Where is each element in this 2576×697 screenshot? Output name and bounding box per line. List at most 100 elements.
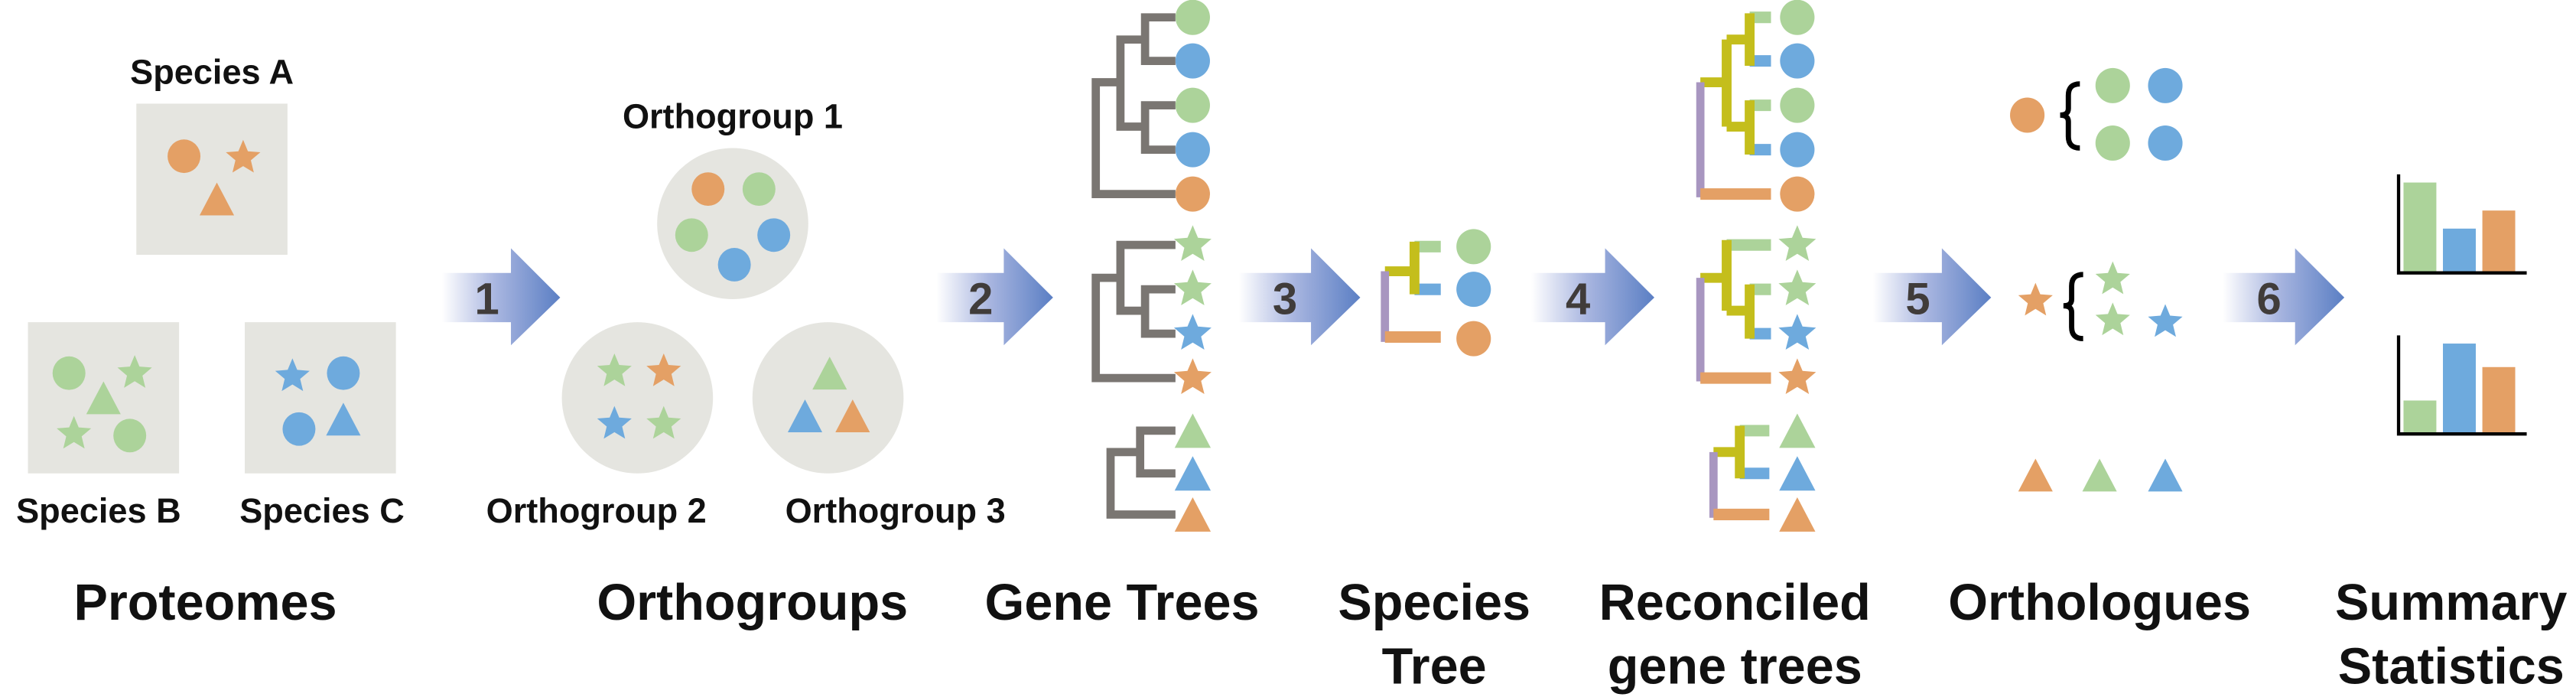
circle-gene-icon [2095,67,2130,103]
step-2-arrow: 2 [936,248,1053,346]
circle-gene-icon [675,218,708,252]
circle-gene-icon [742,172,776,207]
star-gene-icon [2148,304,2183,337]
triangle-gene-icon [1174,497,1212,532]
species-c-label: Species C [239,491,405,530]
gene-tree-2 [1091,240,1176,383]
circle-gene-icon [1780,176,1815,212]
step-5-arrow: 5 [1872,248,1992,346]
species-b-label: Species B [16,491,181,530]
orthogroups-section: Orthogroup 1 Orthogroup 2 Orthogroup 3 O… [486,97,1006,631]
gene-tree-1 [1091,13,1176,198]
species-tree-title-line1: Species [1338,575,1530,631]
gene-tree-3 [1106,426,1176,519]
star-gene-icon [1778,225,1817,262]
summary-bar-chart-2 [2396,335,2527,436]
arrow-icon [1530,248,1654,346]
reconciled-tree-1-duplication [1700,13,1755,155]
species-c-box [245,322,396,474]
step-number: 6 [2256,275,2281,324]
orthologues-title: Orthologues [1948,575,2251,631]
proteomes-title: Proteomes [73,575,337,631]
step-1-arrow: 1 [441,248,561,346]
bar [2443,228,2476,273]
circle-gene-icon [1175,176,1210,212]
summary-title-line2: Statistics [2338,639,2565,695]
star-gene-icon [2018,282,2053,316]
star-gene-icon [1778,269,1817,306]
species-tree-internal-branch [1384,241,1420,295]
bar [2443,344,2476,435]
step-4-arrow: 4 [1530,248,1654,346]
step-number: 3 [1273,275,1297,324]
orthofinder-workflow-diagram: Species A Species B Species C Proteomes … [16,0,2567,695]
circle-gene-icon [691,172,725,207]
circle-gene-icon [1175,132,1210,168]
summary-title-line1: Summary [2335,575,2567,631]
step-3-arrow: 3 [1238,248,1361,346]
star-gene-icon [1173,269,1212,306]
star-gene-icon [2095,302,2130,336]
triangle-gene-icon [2018,458,2053,492]
circle-gene-icon [2095,125,2130,161]
orthogroup-3-circle [752,322,904,474]
circle-gene-icon [282,412,316,446]
bar [2482,210,2516,273]
reconciled-title-line1: Reconciled [1599,575,1871,631]
circle-gene-icon [327,356,360,390]
circle-gene-icon [1175,43,1210,79]
species-a-box [136,103,288,256]
step-number: 5 [1905,275,1930,324]
triangle-gene-icon [1174,456,1212,491]
circle-gene-icon [757,218,791,252]
circle-gene-icon [113,419,147,453]
step-number: 2 [968,275,993,324]
reconciled-tree-2-duplication [1700,239,1755,339]
species-tree-section: Species Tree [1338,240,1530,695]
bar [2403,182,2437,273]
bar [2482,366,2516,435]
circle-gene-icon [2148,67,2183,103]
star-gene-icon [2095,261,2130,295]
triangle-gene-icon [1779,497,1816,532]
step-6-arrow: 6 [2223,248,2345,346]
orthogroup-2-label: Orthogroup 2 [486,491,707,530]
circle-gene-icon [1780,0,1815,35]
brace-icon [2063,272,2083,342]
star-gene-icon [1173,314,1212,350]
triangle-gene-icon [2148,458,2183,492]
summary-bar-chart-1 [2396,174,2527,275]
reconciled-title-line2: gene trees [1608,639,1862,695]
triangle-gene-icon [1779,456,1816,491]
orthogroup-1-label: Orthogroup 1 [623,97,843,136]
step-number: 1 [474,275,499,324]
triangle-gene-icon [2082,458,2117,492]
reconciled-trees-section: Reconciled gene trees [1599,11,1871,695]
arrow-icon [936,248,1053,346]
star-gene-icon [1173,358,1212,394]
circle-gene-icon [1175,87,1210,123]
orthologues-section: Orthologues [1948,81,2251,631]
brace-icon [2060,81,2080,151]
proteomes-section: Species A Species B Species C Proteomes [16,53,405,631]
circle-gene-icon [2148,125,2183,161]
reconciled-tree-2-tips-b [1726,239,1771,295]
orthogroup-2-circle [561,322,714,474]
species-tree-title-line2: Tree [1382,639,1487,695]
arrow-icon [1238,248,1361,346]
circle-gene-icon [1456,229,1491,265]
circle-gene-icon [1780,87,1815,123]
circle-gene-icon [1175,0,1210,35]
circle-gene-icon [1780,132,1815,168]
circle-gene-icon [2010,97,2045,133]
gene-trees-title: Gene Trees [985,575,1260,631]
summary-section: Summary Statistics [2335,174,2567,695]
arrow-icon [2223,248,2345,346]
orthogroups-title: Orthogroups [597,575,908,631]
circle-gene-icon [1456,321,1491,357]
orthogroup-3-label: Orthogroup 3 [785,491,1006,530]
circle-gene-icon [168,139,201,174]
arrow-icon [1872,248,1992,346]
triangle-gene-icon [1174,413,1212,448]
star-gene-icon [1778,314,1817,350]
